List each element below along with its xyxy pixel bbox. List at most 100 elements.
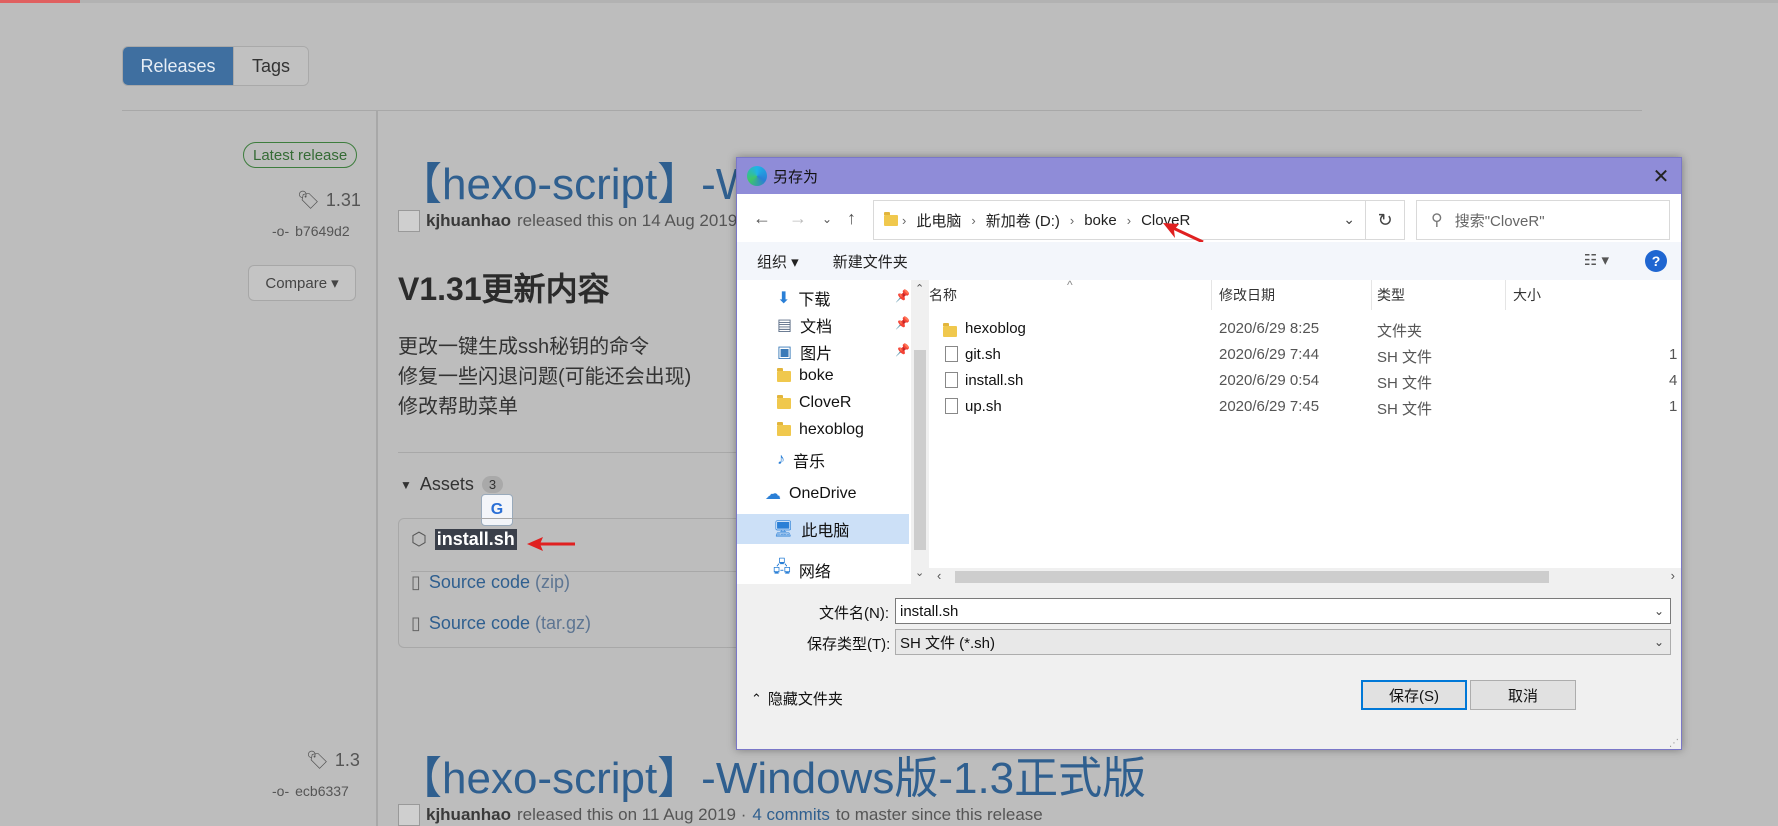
edge-icon [747,166,767,186]
download-icon: ⬇ [777,290,791,307]
column-date[interactable]: 修改日期 [1219,280,1275,310]
refresh-icon[interactable]: ↻ [1365,200,1405,240]
assets-toggle[interactable]: ▼ Assets 3 [400,474,504,495]
view-options-icon[interactable]: ☷ ▾ [1584,251,1609,269]
organize-menu[interactable]: 组织 ▾ [757,251,799,272]
folder-icon [777,367,791,382]
close-icon[interactable]: ✕ [1647,162,1675,190]
help-icon[interactable]: ? [1645,250,1667,272]
column-size[interactable]: 大小 [1513,280,1541,310]
top-border [0,0,1778,3]
search-icon: ⚲ [1431,212,1443,229]
file-row[interactable]: git.sh 2020/6/29 7:44 SH 文件 1 [929,342,1681,368]
chevron-right-icon: › [902,212,907,228]
tab-tags[interactable]: Tags [233,47,308,85]
dialog-titlebar[interactable]: 另存为 ✕ [737,158,1681,194]
timeline-line [376,110,378,826]
filename-input[interactable]: install.sh ⌄ [895,598,1671,624]
avatar[interactable] [398,210,420,232]
release-tag-2[interactable]: 🏷 1.3 [306,750,360,771]
search-input[interactable]: ⚲ 搜索"CloveR" [1416,200,1670,240]
chevron-down-icon[interactable]: ⌄ [915,566,924,579]
cloud-icon: ☁ [765,486,781,503]
chevron-right-icon: › [1126,212,1132,228]
nav-item-hexoblog[interactable]: hexoblog [777,421,864,439]
chevron-right-icon[interactable]: › [1671,568,1675,583]
nav-item-documents[interactable]: ▤ 文档 [777,313,832,337]
hide-folders-toggle[interactable]: ⌃ 隐藏文件夹 [751,688,843,709]
breadcrumb-drive-d[interactable]: 新加卷 (D:) [986,210,1060,231]
back-arrow-icon[interactable]: ← [753,208,771,229]
release-title-2[interactable]: 【hexo-script】-Windows版-1.3正式版 [398,742,1146,806]
nav-item-boke[interactable]: boke [777,367,834,385]
address-bar[interactable]: › 此电脑 › 新加卷 (D:) › boke › CloveR ⌄ [873,200,1366,240]
nav-item-clover[interactable]: CloveR [777,394,851,412]
divider [122,110,1642,111]
column-name[interactable]: 名称 [929,280,957,310]
tab-releases[interactable]: Releases [123,47,233,85]
column-type[interactable]: 类型 [1377,280,1405,310]
folder-icon [943,323,957,337]
assets-count: 3 [481,476,504,493]
nav-item-downloads[interactable]: ⬇ 下载 [777,286,830,310]
tag-icon: 🏷 [306,750,329,770]
tab-indicator [0,0,80,3]
folder-icon [777,421,791,436]
breadcrumb-this-pc[interactable]: 此电脑 [916,210,961,231]
chevron-right-icon: › [1069,212,1075,228]
nav-item-network[interactable]: 🖧 网络 [773,556,831,583]
release-commit[interactable]: -o-b7649d2 [272,223,350,239]
releases-tags-toggle: Releases Tags [122,46,309,86]
chevron-up-icon[interactable]: ⌃ [915,282,924,295]
recent-chevron-icon[interactable]: ⌄ [822,212,832,226]
chevron-down-icon[interactable]: ⌄ [1343,211,1355,228]
file-row[interactable]: hexoblog 2020/6/29 8:25 文件夹 [929,316,1681,342]
compare-button[interactable]: Compare ▾ [248,265,356,301]
asset-zip[interactable]: ▯ Source code (zip) [411,571,757,593]
file-icon [945,372,958,388]
filetype-select[interactable]: SH 文件 (*.sh) ⌄ [895,629,1671,655]
picture-icon: ▣ [777,344,793,361]
nav-scrollbar[interactable]: ⌃ ⌄ [911,280,929,584]
file-row[interactable]: up.sh 2020/6/29 7:45 SH 文件 1 [929,394,1681,420]
red-arrow-icon [1163,223,1204,244]
red-arrow-icon [527,537,575,551]
folder-icon [777,394,791,409]
forward-arrow-icon[interactable]: → [789,208,807,229]
nav-item-this-pc[interactable]: 🖥 此电脑 [737,514,909,544]
file-row[interactable]: install.sh 2020/6/29 0:54 SH 文件 4 [929,368,1681,394]
new-folder-button[interactable]: 新建文件夹 [833,251,908,272]
up-arrow-icon[interactable]: ↑ [847,208,856,229]
navigation-pane: ⬇ 下载 📌 ▤ 文档 📌 ▣ 图片 📌 boke CloveR hexoblog ♪… [737,280,909,584]
chevron-down-icon[interactable]: ⌄ [1654,604,1664,618]
pin-icon: 📌 [895,289,909,303]
nav-item-onedrive[interactable]: ☁ OneDrive [765,484,857,504]
chevron-down-icon[interactable]: ⌄ [1654,635,1664,649]
file-list: 名称 ^ 修改日期 类型 大小 hexoblog 2020/6/29 8:25 … [929,278,1681,584]
nav-item-pictures[interactable]: ▣ 图片 [777,340,832,364]
avatar[interactable] [398,804,420,826]
resize-grip-icon[interactable]: ⋰ [1669,738,1679,749]
package-icon: ⬡ [411,529,427,549]
asset-targz[interactable]: ▯ Source code (tar.gz) [411,613,757,634]
breadcrumb-boke[interactable]: boke [1084,212,1117,229]
author-link[interactable]: kjhuanhao [426,211,511,231]
nav-scroll-thumb[interactable] [914,350,926,550]
author-link[interactable]: kjhuanhao [426,805,511,825]
zip-icon: ▯ [411,572,421,592]
release-title[interactable]: 【hexo-script】-Wi [398,148,767,212]
release-commit-2[interactable]: -o-ecb6337 [272,783,349,799]
horizontal-scroll-thumb[interactable] [955,571,1549,583]
release-tag[interactable]: 🏷 1.31 [297,190,361,211]
save-button[interactable]: 保存(S) [1361,680,1467,710]
commits-link[interactable]: 4 commits [752,805,829,825]
chevron-left-icon[interactable]: ‹ [937,568,941,583]
cancel-button[interactable]: 取消 [1470,680,1576,710]
network-icon: 🖧 [773,559,791,576]
release-heading: V1.31更新内容 [398,271,610,307]
asset-install[interactable]: ⬡ install.sh [411,529,757,550]
nav-item-music[interactable]: ♪ 音乐 [777,448,825,472]
latest-release-badge: Latest release [243,142,358,168]
caret-down-icon: ▾ [331,275,339,292]
folder-icon [884,211,898,226]
